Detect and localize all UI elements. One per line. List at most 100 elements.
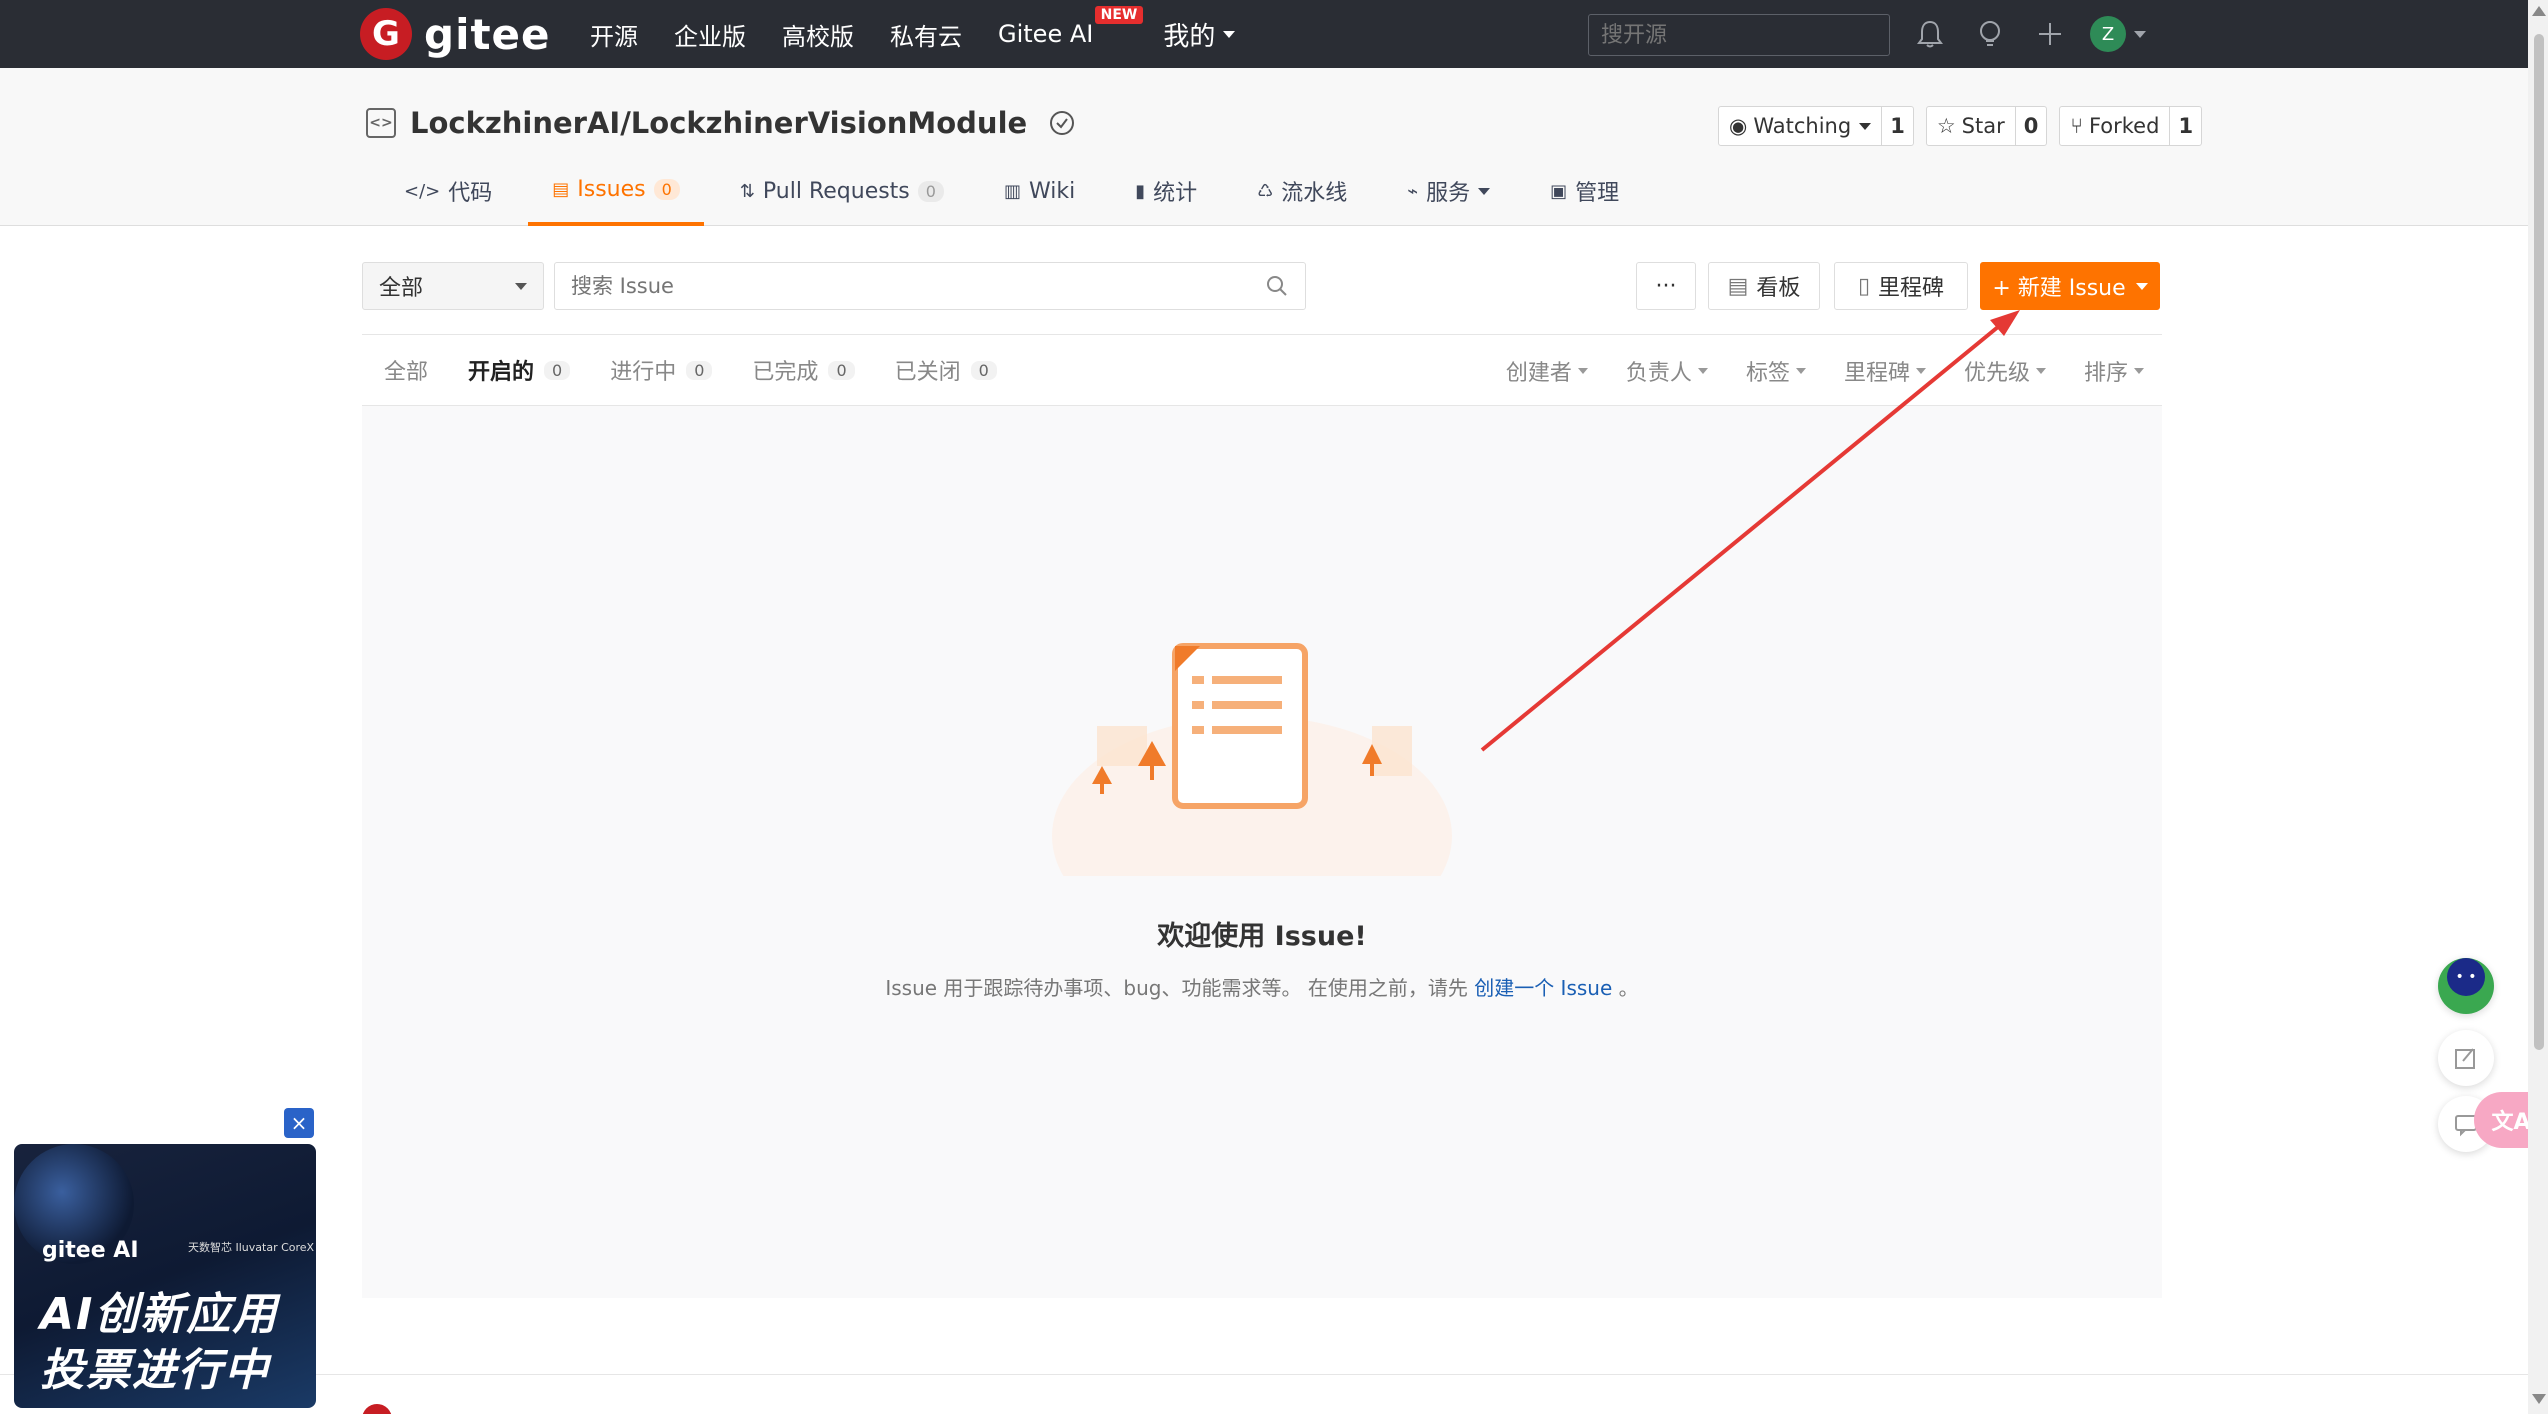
tab-stats[interactable]: ▮ 统计 [1111, 156, 1221, 226]
watch-count[interactable]: 1 [1881, 107, 1913, 145]
bell-icon[interactable] [1910, 14, 1950, 54]
new-issue-button[interactable]: + 新建 Issue [1980, 262, 2160, 310]
issues-icon: ▤ [552, 178, 570, 200]
empty-desc-text: Issue 用于跟踪待办事项、bug、功能需求等。 在使用之前，请先 [885, 976, 1468, 1000]
filter-priority-label: 优先级 [1963, 361, 2030, 386]
top-icons: Z [1910, 0, 2146, 68]
footer-logo [362, 1404, 392, 1414]
tab-pull-requests-count: 0 [917, 180, 944, 202]
filter-priority[interactable]: 优先级 [1964, 355, 2046, 387]
status-tab-open-label: 开启的 [468, 360, 535, 385]
status-tab-all[interactable]: 全部 [384, 354, 428, 386]
chevron-down-icon [2035, 368, 2046, 374]
create-issue-link[interactable]: 创建一个 Issue [1474, 976, 1612, 1000]
scroll-thumb[interactable] [2534, 34, 2544, 1050]
milestone-button[interactable]: ▯ 里程碑 [1834, 262, 1968, 310]
chart-icon: ▮ [1135, 180, 1146, 202]
tab-issues[interactable]: ▤ Issues 0 [528, 156, 704, 226]
board-button[interactable]: ▤ 看板 [1708, 262, 1820, 310]
chevron-down-icon [1223, 30, 1236, 38]
tab-pipeline[interactable]: ♺ 流水线 [1233, 156, 1371, 226]
filter-label[interactable]: 标签 [1746, 355, 1806, 387]
chevron-down-icon [1478, 187, 1491, 195]
star-label: Star [1961, 114, 2005, 138]
sort-filters: 创建者 负责人 标签 里程碑 优先级 排序 [1468, 335, 2144, 407]
repo-title: <> LockzhinerAI/LockzhinerVisionModule [366, 106, 1077, 140]
status-tab-open[interactable]: 开启的 0 [468, 354, 571, 386]
repo-name-link[interactable]: LockzhinerAI/LockzhinerVisionModule [410, 106, 1027, 140]
page-scrollbar[interactable] [2528, 0, 2548, 1414]
nav-link-private-cloud[interactable]: 私有云 [890, 17, 962, 52]
tab-wiki[interactable]: ▥ Wiki [980, 156, 1099, 226]
status-tab-all-label: 全部 [384, 360, 429, 385]
tab-code[interactable]: </> 代码 [380, 156, 516, 226]
pulse-icon: ⌁ [1407, 180, 1419, 202]
repo-tabs: </> 代码 ▤ Issues 0 ⇅ Pull Requests 0 ▥ Wi… [380, 156, 1655, 226]
nav-mine-dropdown[interactable]: 我的 [1163, 16, 1236, 53]
tab-pull-requests[interactable]: ⇅ Pull Requests 0 [716, 156, 968, 226]
status-tab-closed[interactable]: 已关闭 0 [895, 354, 997, 386]
status-tab-in-progress-count: 0 [686, 360, 713, 380]
nav-link-gitee-ai-label: Gitee AI [998, 20, 1094, 48]
milestone-label: 里程碑 [1878, 276, 1945, 301]
lightbulb-icon[interactable] [1970, 14, 2010, 54]
nav-mine-label: 我的 [1163, 21, 1216, 52]
watch-button[interactable]: ◉ Watching 1 [1718, 106, 1914, 146]
tab-issues-label: Issues [577, 176, 646, 202]
chevron-down-icon[interactable] [2135, 282, 2148, 290]
eye-icon: ◉ [1729, 114, 1748, 138]
tab-services-label: 服务 [1426, 181, 1471, 206]
status-tab-in-progress[interactable]: 进行中 0 [610, 354, 713, 386]
filter-author[interactable]: 创建者 [1506, 355, 1588, 387]
fork-count[interactable]: 1 [2169, 107, 2201, 145]
filter-milestone[interactable]: 里程碑 [1844, 355, 1926, 387]
star-count[interactable]: 0 [2014, 107, 2047, 145]
tab-pull-requests-label: Pull Requests [762, 178, 910, 204]
feedback-button[interactable] [2438, 1030, 2494, 1086]
code-icon: </> [404, 180, 441, 202]
fork-button[interactable]: ⑂ Forked 1 [2059, 106, 2203, 146]
promo-ad[interactable]: gitee AI 天数智芯 Iluvatar CoreX AI创新应用 投票进行… [14, 1108, 316, 1408]
empty-state: 欢迎使用 Issue! Issue 用于跟踪待办事项、bug、功能需求等。 在使… [362, 406, 2162, 1298]
nav-link-opensource[interactable]: 开源 [590, 17, 638, 52]
nav-link-gitee-ai[interactable]: Gitee AI NEW [998, 6, 1144, 48]
sort-order[interactable]: 排序 [2084, 355, 2144, 387]
more-button[interactable]: ··· [1636, 262, 1696, 310]
search-icon[interactable] [1265, 274, 1289, 298]
filter-assignee[interactable]: 负责人 [1626, 355, 1708, 387]
chevron-down-icon [1697, 368, 1708, 374]
scroll-up-icon[interactable] [2532, 6, 2546, 16]
tab-issues-count: 0 [653, 178, 680, 200]
global-search-input[interactable] [1588, 14, 1890, 56]
more-label: ··· [1655, 273, 1677, 299]
empty-desc-suffix: 。 [1618, 976, 1639, 1000]
milestone-icon: ▯ [1857, 273, 1871, 299]
tab-stats-label: 统计 [1153, 181, 1198, 206]
chevron-down-icon [1577, 368, 1588, 374]
issue-search-input[interactable] [571, 274, 1171, 298]
chevron-down-icon [2134, 30, 2146, 38]
pipeline-icon: ♺ [1257, 180, 1274, 202]
promo-ad-banner[interactable]: gitee AI 天数智芯 Iluvatar CoreX AI创新应用 投票进行… [14, 1144, 316, 1408]
status-tab-done[interactable]: 已完成 0 [752, 354, 855, 386]
nav-link-enterprise[interactable]: 企业版 [674, 17, 746, 52]
issue-scope-value: 全部 [379, 276, 424, 301]
empty-state-description: Issue 用于跟踪待办事项、bug、功能需求等。 在使用之前，请先 创建一个 … [362, 972, 2162, 1001]
empty-document-illustration [1052, 643, 1452, 876]
tab-manage[interactable]: ▣ 管理 [1526, 156, 1643, 226]
user-menu[interactable]: Z [2090, 16, 2146, 52]
plus-icon[interactable] [2030, 14, 2070, 54]
nav-link-education[interactable]: 高校版 [782, 17, 854, 52]
star-button[interactable]: ☆ Star 0 [1925, 106, 2048, 146]
recommend-badge-icon [1050, 111, 1075, 135]
fork-label: Forked [2088, 114, 2160, 138]
close-icon[interactable]: × [284, 1108, 314, 1138]
issue-status-filter: 全部 开启的 0 进行中 0 已完成 0 已关闭 0 创建者 负责人 标签 里程… [362, 334, 2162, 406]
gitee-logo[interactable]: G gitee [360, 8, 551, 60]
scroll-down-icon[interactable] [2532, 1394, 2546, 1404]
main-nav-links: 开源 企业版 高校版 私有云 Gitee AI NEW 我的 [590, 0, 1236, 68]
wiki-icon: ▥ [1003, 180, 1021, 202]
issue-scope-select[interactable]: 全部 [362, 262, 544, 310]
tab-services[interactable]: ⌁ 服务 [1383, 156, 1514, 226]
ai-assistant-button[interactable]: • • [2438, 958, 2494, 1014]
